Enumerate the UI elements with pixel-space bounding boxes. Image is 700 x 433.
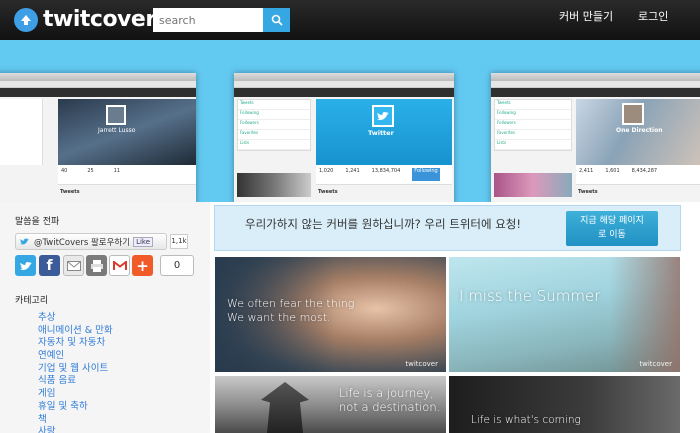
preview-screenshot-2[interactable]: Tweets Following Followers Favorites Lists T… (234, 73, 454, 202)
avatar (106, 105, 126, 125)
search-input[interactable] (153, 8, 263, 32)
watermark: twitcover (639, 360, 672, 368)
share-count: 0 (160, 255, 194, 276)
tweets-label: Tweets (578, 189, 598, 195)
preview-screenshot-3[interactable]: Tweets Following Followers Favorites Lists O… (491, 73, 700, 202)
button-line: 지금 해당 페이지 (580, 216, 644, 226)
sidebar: 말씀을 전파 @TwitCovers 팔로우하기 Like 1,1k f + 0… (0, 202, 210, 433)
category-link[interactable]: 휴일 및 축하 (38, 401, 113, 414)
cover-tile[interactable]: Life is a journey, not a destination. (215, 376, 446, 433)
cover-tile[interactable]: We often fear the thing We want the most… (215, 257, 446, 372)
caption-line: We want the most. (227, 311, 331, 324)
stat: 1,020 (319, 168, 334, 174)
preview-screenshot-1[interactable]: Jarrett Lusso 40 25 11 Tweets (0, 73, 196, 202)
stat: 25 (87, 168, 94, 174)
logo-text: twitcover (43, 7, 156, 32)
facebook-share-icon[interactable]: f (39, 255, 60, 276)
category-link[interactable]: 책 (38, 414, 113, 427)
profile-name: One Direction (616, 127, 663, 134)
share-section-title: 말씀을 전파 (15, 217, 60, 227)
caption-line: We often fear the thing (227, 297, 355, 310)
category-link[interactable]: 추상 (38, 312, 113, 325)
stat: 1,601 (605, 168, 620, 174)
follow-twitter-button[interactable]: @TwitCovers 팔로우하기 Like (15, 233, 167, 250)
tweets-label: Tweets (60, 189, 80, 195)
profile-name: Jarrett Lusso (98, 127, 136, 134)
gmail-share-icon[interactable] (109, 255, 130, 276)
tweets-label: Tweets (318, 189, 338, 195)
like-count: 1,1k (170, 234, 188, 249)
avatar (622, 103, 644, 125)
logo-arrow-icon (14, 7, 38, 32)
stat: 2,411 (579, 168, 594, 174)
tile-caption: We often fear the thing We want the most… (227, 297, 354, 325)
twitter-bird-icon (20, 238, 29, 245)
search-icon (271, 14, 283, 26)
profile-name: Twitter (368, 129, 394, 137)
add-more-share-icon[interactable]: + (132, 255, 153, 276)
twitter-bird-icon (372, 105, 394, 127)
stat: 11 (113, 168, 121, 174)
print-icon[interactable] (86, 255, 107, 276)
top-navigation-bar: twitcover 커버 만들기 로그인 (0, 0, 700, 40)
caption-line: not a destination. (339, 400, 441, 414)
category-section-title: 카테고리 (15, 296, 49, 306)
caption-line: Life is a journey, (339, 386, 434, 400)
category-link[interactable]: 자동차 및 자동차 (38, 337, 113, 350)
follow-label: @TwitCovers 팔로우하기 (34, 237, 131, 248)
category-link[interactable]: 사랑 (38, 426, 113, 433)
category-list: 추상 애니메이션 & 만화 자동차 및 자동차 연예인 기업 및 웹 사이트 식… (38, 312, 113, 433)
tile-caption: Life is what's coming (471, 414, 581, 426)
tile-caption: Life is a journey, not a destination. (339, 386, 440, 414)
cover-tile[interactable]: I miss the Summer twitcover (449, 257, 680, 372)
category-link[interactable]: 게임 (38, 388, 113, 401)
category-link[interactable]: 연예인 (38, 350, 113, 363)
facebook-like-button[interactable]: Like (133, 236, 154, 247)
hero-banner: Jarrett Lusso 40 25 11 Tweets Tweets Foll… (0, 40, 700, 202)
email-share-icon[interactable] (63, 255, 84, 276)
stat: 13,834,704 (371, 168, 401, 174)
site-logo[interactable]: twitcover (14, 7, 156, 32)
category-link[interactable]: 기업 및 웹 사이트 (38, 363, 113, 376)
button-line: 로 이동 (598, 230, 626, 240)
search-button[interactable] (263, 8, 290, 32)
category-link[interactable]: 식품 음료 (38, 375, 113, 388)
watermark: twitcover (405, 360, 438, 368)
go-to-page-button[interactable]: 지금 해당 페이지 로 이동 (566, 211, 658, 246)
stat: 8,434,287 (631, 168, 658, 174)
request-banner: 우리가하지 않는 커버를 원하십니까? 우리 트위터에 요청! 지금 해당 페이… (214, 205, 681, 251)
stat: 1,241 (345, 168, 360, 174)
nav-make-cover[interactable]: 커버 만들기 (559, 8, 613, 24)
tile-caption: I miss the Summer (459, 287, 601, 305)
nav-login[interactable]: 로그인 (638, 8, 668, 24)
twitter-share-icon[interactable] (15, 255, 36, 276)
cover-tile[interactable]: Life is what's coming (449, 376, 680, 433)
stat: 40 (61, 168, 68, 174)
following-button: Following (412, 168, 440, 181)
category-link[interactable]: 애니메이션 & 만화 (38, 325, 113, 338)
request-text: 우리가하지 않는 커버를 원하십니까? 우리 트위터에 요청! (245, 217, 521, 231)
